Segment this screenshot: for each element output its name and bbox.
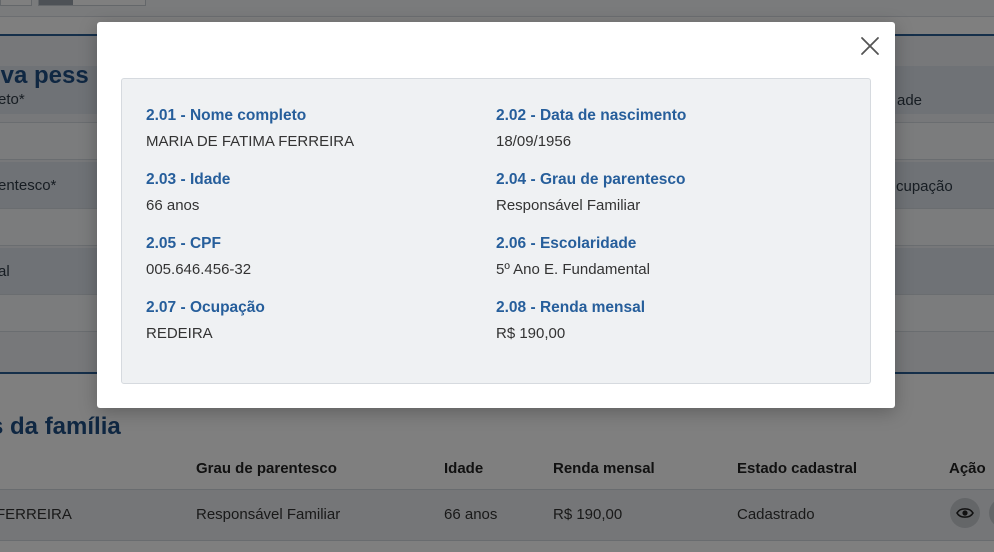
field-label: 2.06 - Escolaridade bbox=[496, 235, 637, 252]
field-value: 005.646.456-32 bbox=[146, 261, 252, 278]
field-value: 18/09/1956 bbox=[496, 133, 572, 150]
field-value: 66 anos bbox=[146, 197, 200, 214]
field-label: 2.07 - Ocupação bbox=[146, 299, 265, 316]
field-birth-date: 2.02 - Data de nascimento 18/09/1956 bbox=[496, 107, 686, 150]
field-value: MARIA DE FATIMA FERREIRA bbox=[146, 133, 355, 150]
field-label: 2.02 - Data de nascimento bbox=[496, 107, 687, 124]
person-details-modal: 2.01 - Nome completo MARIA DE FATIMA FER… bbox=[97, 22, 895, 408]
field-kinship: 2.04 - Grau de parentesco Responsável Fa… bbox=[496, 171, 686, 214]
field-label: 2.08 - Renda mensal bbox=[496, 299, 646, 316]
field-label: 2.04 - Grau de parentesco bbox=[496, 171, 686, 188]
field-occupation: 2.07 - Ocupação REDEIRA bbox=[146, 299, 265, 342]
field-value: R$ 190,00 bbox=[496, 325, 566, 342]
field-label: 2.03 - Idade bbox=[146, 171, 231, 188]
person-info-panel: 2.01 - Nome completo MARIA DE FATIMA FER… bbox=[121, 78, 871, 384]
field-full-name: 2.01 - Nome completo MARIA DE FATIMA FER… bbox=[146, 107, 354, 150]
close-icon bbox=[861, 37, 879, 55]
field-value: REDEIRA bbox=[146, 325, 213, 342]
field-value: 5º Ano E. Fundamental bbox=[496, 261, 650, 278]
field-label: 2.05 - CPF bbox=[146, 235, 221, 252]
close-button[interactable] bbox=[860, 36, 880, 56]
field-label: 2.01 - Nome completo bbox=[146, 107, 307, 124]
field-age: 2.03 - Idade 66 anos bbox=[146, 171, 230, 214]
field-cpf: 2.05 - CPF 005.646.456-32 bbox=[146, 235, 251, 278]
field-value: Responsável Familiar bbox=[496, 197, 641, 214]
field-education: 2.06 - Escolaridade 5º Ano E. Fundamenta… bbox=[496, 235, 650, 278]
field-monthly-income: 2.08 - Renda mensal R$ 190,00 bbox=[496, 299, 645, 342]
